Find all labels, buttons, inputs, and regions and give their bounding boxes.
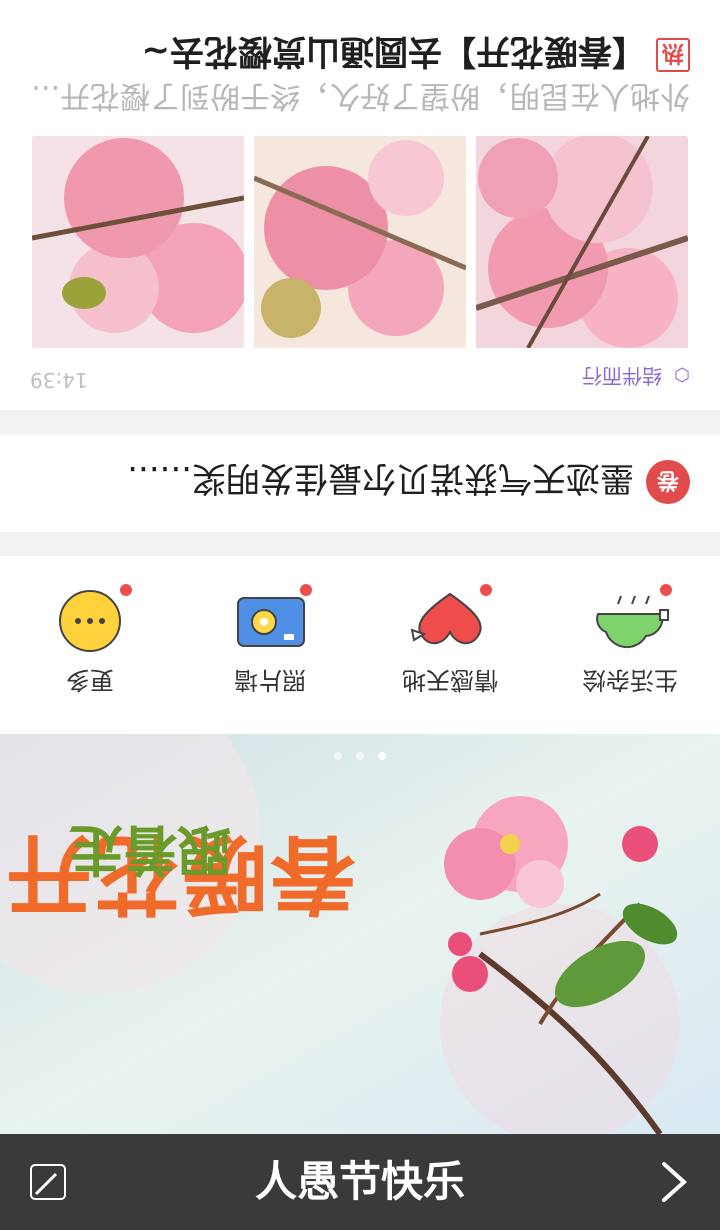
carousel-dot[interactable] (334, 752, 342, 760)
category-dot (300, 584, 312, 596)
banner-image (0, 734, 720, 1134)
photo-thumb[interactable] (254, 136, 466, 348)
photo-thumb[interactable] (476, 136, 688, 348)
category-life[interactable]: 生活杂烩 (540, 562, 720, 722)
post-headline[interactable]: 热 【春暖花开】去圆通山赏樱花去~ (30, 31, 690, 77)
divider (0, 410, 720, 434)
photo-thumb[interactable] (32, 136, 244, 348)
category-dot (120, 584, 132, 596)
bottom-title: 人愚节快乐 (254, 1157, 465, 1206)
category-dot (480, 584, 492, 596)
tag-icon: ⬡ (674, 364, 690, 385)
category-photo[interactable]: 照片墙 (180, 562, 360, 722)
blossom-photo-1 (476, 136, 688, 348)
category-label: 照片墙 (234, 666, 306, 694)
next-button[interactable] (656, 1160, 692, 1204)
category-more[interactable]: 更多 (0, 562, 180, 722)
news-text: 墨迹天气获诺贝尔最佳发明奖...... (127, 458, 634, 499)
post-card[interactable]: 热 【春暖花开】去圆通山赏樱花去~ 外地人在昆明，盼望了好久，终于盼到了樱花开.… (0, 0, 720, 410)
category-label: 更多 (66, 666, 114, 694)
post-meta: ⬡ 结伴而行 14:39 (30, 362, 690, 392)
more-dots-icon (44, 588, 136, 654)
photo-grid (32, 136, 688, 348)
camera-box-icon (224, 588, 316, 654)
category-label: 情感天地 (402, 666, 498, 694)
post-excerpt: 外地人在昆明，盼望了好久，终于盼到了樱花开... (31, 81, 690, 113)
chevron-right-icon (662, 1162, 687, 1202)
promo-banner[interactable]: 春暖花开 跟着走 (0, 734, 720, 1134)
category-emotion[interactable]: 情感天地 (360, 562, 540, 722)
blossom-photo-3 (32, 136, 244, 348)
carousel-dot[interactable] (356, 752, 364, 760)
hot-badge: 热 (656, 38, 690, 72)
category-dot (660, 584, 672, 596)
heart-icon (404, 588, 496, 654)
post-time: 14:39 (30, 368, 88, 392)
carousel-indicator[interactable] (0, 752, 720, 760)
category-row: 生活杂烩 情感天地 照片墙 更多 (0, 556, 720, 734)
topic-tag[interactable]: ⬡ 结伴而行 (582, 363, 690, 392)
cloud-rain-icon (584, 588, 676, 654)
blossom-photo-2 (254, 136, 466, 348)
news-ticker[interactable]: 卷 墨迹天气获诺贝尔最佳发明奖...... (0, 434, 720, 532)
divider (0, 532, 720, 556)
category-label: 生活杂烩 (582, 666, 678, 694)
bottom-bar: 人愚节快乐 (0, 1134, 720, 1230)
topic-tag-label: 结伴而行 (581, 364, 662, 388)
post-title: 【春暖花开】去圆通山赏樱花去~ (141, 31, 647, 72)
news-icon: 卷 (646, 460, 690, 504)
carousel-dot[interactable] (378, 752, 386, 760)
